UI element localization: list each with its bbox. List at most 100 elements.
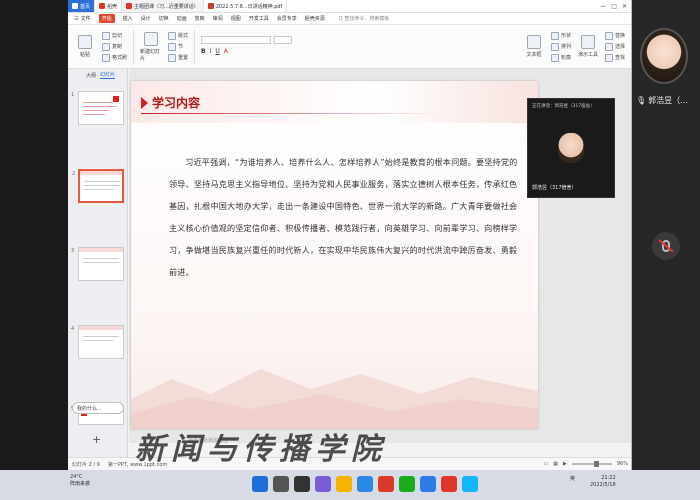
edge-icon[interactable]	[357, 476, 373, 492]
present-tool-button[interactable]: 演示工具	[577, 35, 599, 58]
section-label: 节	[178, 44, 184, 50]
search-icon[interactable]	[273, 476, 289, 492]
close-button[interactable]: ✕	[622, 3, 627, 10]
menu-view[interactable]: 视图	[231, 15, 241, 22]
bold-icon[interactable]: B	[201, 48, 206, 55]
participant-column: 🎙 郭浩昱（…	[632, 0, 700, 470]
slide-thumbnail-1[interactable]: 1	[71, 91, 124, 125]
present-tool-label: 演示工具	[577, 52, 598, 58]
input-language[interactable]: 英	[570, 475, 575, 482]
arrange-label: 排列	[560, 44, 571, 50]
copy-icon	[102, 42, 110, 51]
thumb-header-bar	[79, 326, 123, 330]
tab-pdf-label: 2022.5.7.8...日讲话精神.pdf	[215, 3, 283, 10]
normal-view-icon[interactable]: ▭	[544, 461, 549, 467]
zoom-slider[interactable]	[571, 461, 612, 467]
shape-button[interactable]: 形状	[550, 31, 571, 40]
thumb-line	[84, 189, 114, 190]
copy-button[interactable]: 复制	[102, 42, 127, 51]
arrange-button[interactable]: 排列	[550, 42, 571, 51]
replace-icon	[604, 31, 613, 40]
copy-label: 复制	[112, 44, 123, 50]
font-color-icon[interactable]: A	[224, 48, 228, 55]
thumb-line	[83, 114, 105, 115]
slide-paragraph: 习近平强调，“为谁培养人、培养什么人、怎样培养人”始终是教育的根本问题。要坚持党…	[169, 157, 518, 277]
add-slide-button[interactable]: +	[92, 433, 101, 446]
minimize-button[interactable]: —	[600, 3, 606, 10]
underline-icon[interactable]: U	[215, 48, 219, 55]
tab-docer[interactable]: 稻壳	[95, 0, 123, 12]
menu-member[interactable]: 会员专享	[277, 15, 297, 22]
font-size-select[interactable]	[274, 35, 293, 44]
folder-icon[interactable]	[336, 476, 352, 492]
menu-design[interactable]: 设计	[141, 15, 151, 22]
select-button[interactable]: 选择	[604, 42, 625, 51]
qq-icon[interactable]	[462, 476, 478, 492]
section-button[interactable]: 节	[168, 42, 188, 51]
menu-insert[interactable]: 插入	[123, 15, 133, 22]
format-painter-label: 格式刷	[112, 55, 128, 61]
menu-start[interactable]: 开始	[98, 14, 115, 23]
wechat-icon[interactable]	[399, 476, 415, 492]
tab-pdf[interactable]: 2022.5.7.8...日讲话精神.pdf	[204, 0, 288, 12]
speaker-video-window[interactable]: 正在讲话：郭浩昱（317宿舍） 郭浩昱（317宿舍）	[527, 98, 615, 198]
screen: 首页 稻壳 主题团课（习...近重要讲话） 2022.5.7.8...日讲话精神…	[0, 0, 700, 500]
new-slide-button[interactable]: 新建幻灯片	[140, 31, 162, 62]
paste-button[interactable]: 粘贴	[74, 35, 96, 58]
menu-file[interactable]: 三 文件	[74, 15, 91, 22]
cut-button[interactable]: 剪切	[102, 31, 127, 40]
mountain-background-image	[131, 369, 538, 429]
muted-mic-button[interactable]	[652, 232, 680, 260]
layout-button[interactable]: 版式	[168, 31, 189, 40]
layout-label: 版式	[178, 33, 189, 39]
tab-presentation[interactable]: 主题团课（习...近重要讲话）	[122, 0, 204, 12]
clock[interactable]: 21:22 2022/5/18	[590, 475, 616, 489]
menu-animation[interactable]: 动画	[177, 15, 187, 22]
menu-review[interactable]: 审阅	[213, 15, 223, 22]
replace-button[interactable]: 替换	[604, 31, 625, 40]
shape-icon	[550, 31, 559, 40]
meeting-app-icon[interactable]	[420, 476, 436, 492]
menu-docer-resources[interactable]: 稻壳资源	[305, 15, 325, 22]
page-indicator: 幻灯片 2 / 9	[72, 461, 100, 468]
home-icon	[72, 3, 78, 9]
menu-devtools[interactable]: 开发工具	[249, 15, 269, 22]
maximize-button[interactable]: □	[611, 3, 617, 10]
reset-button[interactable]: 重置	[168, 53, 188, 62]
menu-transition[interactable]: 切换	[159, 15, 169, 22]
speaker-name: 郭浩昱（317宿舍）	[532, 185, 577, 191]
command-search[interactable]: Q 查找命令、搜索模板	[339, 15, 390, 22]
speaker-header-label: 正在讲话：郭浩昱（317宿舍）	[532, 104, 595, 109]
participant-avatar[interactable]	[640, 28, 688, 84]
play-icon[interactable]: ▶	[563, 461, 567, 467]
textbox-button[interactable]: 文本框	[523, 35, 545, 58]
current-slide[interactable]: 学习内容 习近平强调，“为谁培养人、培养什么人、怎样培养人”始终是教育的根本问题…	[131, 81, 538, 429]
outline-button[interactable]: 轮廓	[550, 53, 571, 62]
replace-label: 替换	[614, 33, 625, 39]
format-painter-button[interactable]: 格式刷	[102, 53, 128, 62]
italic-icon[interactable]: I	[210, 48, 212, 55]
slide-thumbnail-3[interactable]: 3	[71, 247, 124, 281]
tab-slides[interactable]: 幻灯片	[100, 71, 116, 79]
thumb-line	[83, 106, 117, 107]
weather-widget[interactable]: 24°C 阵雨来袭	[70, 474, 90, 488]
paste-icon	[78, 35, 92, 49]
slide-thumbnail-4[interactable]: 4	[71, 325, 124, 359]
pdf-app-icon[interactable]	[441, 476, 457, 492]
arrange-icon	[550, 42, 559, 51]
find-button[interactable]: 查找	[604, 53, 625, 62]
menu-slideshow[interactable]: 放映	[195, 15, 205, 22]
tab-presentation-label: 主题团课（习...近重要讲话）	[134, 3, 199, 10]
tab-outline[interactable]: 大纲	[86, 72, 96, 79]
slide-thumbnail-2[interactable]: 2	[72, 169, 124, 203]
teams-icon[interactable]	[315, 476, 331, 492]
font-family-select[interactable]	[201, 35, 272, 44]
start-icon[interactable]	[252, 476, 268, 492]
thumb-header-bar	[79, 248, 123, 252]
tab-home[interactable]: 首页	[68, 0, 96, 12]
slide-number: 2	[72, 171, 76, 177]
sorter-view-icon[interactable]: ▦	[553, 461, 558, 467]
comment-input[interactable]: 我的什么...	[72, 402, 124, 414]
task-view-icon[interactable]	[294, 476, 310, 492]
wps-icon[interactable]	[378, 476, 394, 492]
